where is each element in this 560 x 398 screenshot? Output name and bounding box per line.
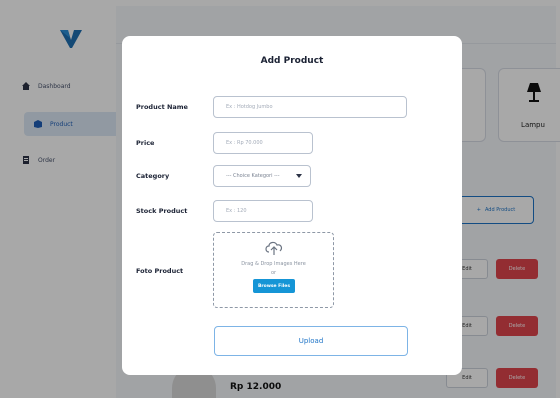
cloud-upload-icon <box>265 241 283 255</box>
image-dropzone[interactable]: Drag & Drop Images Here or Browse Files <box>213 232 334 308</box>
category-select[interactable]: --- Choice Kategori --- <box>213 165 311 187</box>
product-name-input[interactable]: Ex : Hotdog Jumbo <box>213 96 407 118</box>
price-input[interactable]: Ex : Rp 70.000 <box>213 132 313 154</box>
chevron-down-icon <box>296 174 302 178</box>
category-label: Category <box>136 172 170 180</box>
stock-product-label: Stock Product <box>136 207 188 215</box>
add-product-modal: Add Product Product Name Ex : Hotdog Jum… <box>122 36 462 375</box>
modal-title: Add Product <box>260 56 324 66</box>
product-name-label: Product Name <box>136 103 188 111</box>
dropzone-or-text: or <box>270 270 277 276</box>
foto-product-label: Foto Product <box>136 267 184 275</box>
upload-button[interactable]: Upload <box>214 326 408 356</box>
dropzone-text: Drag & Drop Images Here <box>241 261 306 267</box>
price-label: Price <box>136 139 155 147</box>
stock-product-input[interactable]: Ex : 120 <box>213 200 313 222</box>
category-selected-value: --- Choice Kategori --- <box>226 173 280 179</box>
browse-files-button[interactable]: Browse Files <box>253 279 295 293</box>
